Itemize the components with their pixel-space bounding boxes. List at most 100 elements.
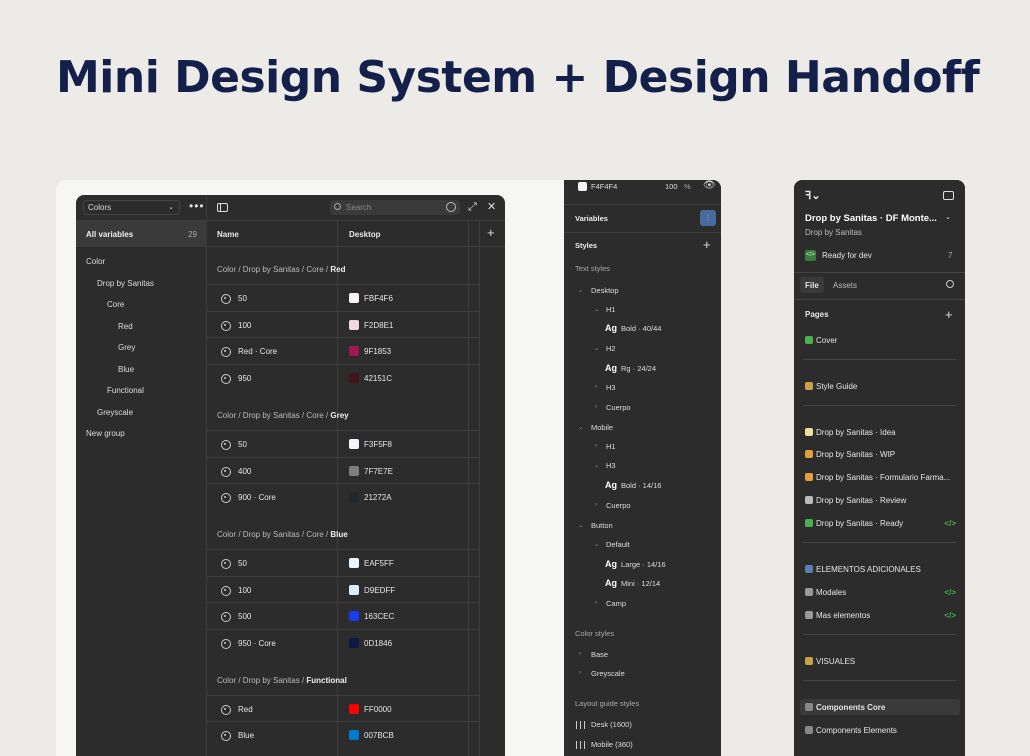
chevron-right-icon[interactable]: › [595,443,597,449]
style-group-mobile-cuerpo[interactable]: Cuerpo [606,501,631,510]
color-swatch[interactable] [349,730,359,741]
chevron-right-icon[interactable]: › [595,404,597,410]
sidebar-toggle-icon[interactable] [943,191,954,200]
ready-for-dev[interactable]: Ready for dev [822,251,872,260]
style-group-h2[interactable]: H2 [606,344,616,353]
style-group-camp[interactable]: Camp [606,599,626,608]
file-name[interactable]: Drop by Sanitas · DF Monte... [805,213,937,224]
color-swatch[interactable] [349,584,359,595]
chevron-down-icon[interactable]: ⌄ [945,213,951,221]
tab-assets[interactable]: Assets [833,281,857,290]
table-row[interactable]: 50 EAF5FF [207,548,480,576]
add-style-icon[interactable]: + [703,238,711,251]
page-item[interactable]: Cover [805,336,837,345]
variable-value[interactable]: FBF4F6 [364,294,393,303]
tab-file[interactable]: File [805,281,819,290]
layout-style-mobile[interactable]: Mobile (360) [591,740,633,749]
page-item[interactable]: Components Elements [805,726,897,735]
table-row[interactable]: Red FF0000 [207,694,480,722]
color-swatch[interactable] [349,293,359,303]
table-row[interactable]: 500 163CEC [207,602,480,629]
variable-value[interactable]: EAF5FF [364,559,394,568]
tree-item-greyscale[interactable]: Greyscale [97,408,133,417]
variable-value[interactable]: 007BCB [364,731,394,740]
style-group-mobile[interactable]: Mobile [591,423,613,432]
page-item[interactable]: Drop by Sanitas · Review [805,496,906,505]
table-row[interactable]: Blue 007BCB [207,721,480,748]
color-swatch[interactable] [349,557,359,568]
chevron-down-icon[interactable]: ⌄ [594,462,599,469]
style-button-large[interactable]: Ag Large · 14/16 [605,559,666,569]
table-row[interactable]: 50 FBF4F6 [207,284,480,311]
table-row[interactable]: Red · Core 9F1853 [207,337,480,364]
variable-value[interactable]: 42151C [364,374,392,383]
page-item[interactable]: Drop by Sanitas · Ready [805,519,903,528]
tree-item-core[interactable]: Core [107,300,124,309]
page-item[interactable]: Components Core [805,703,885,712]
chevron-down-icon[interactable]: ⌄ [578,287,583,294]
color-swatch[interactable] [349,373,359,384]
tree-item-color[interactable]: Color [86,257,105,266]
page-item[interactable]: Mas elementos [805,611,870,620]
table-row[interactable]: 400 7F7E7E [207,456,480,484]
tree-item-drop[interactable]: Drop by Sanitas [97,279,154,288]
style-group-default[interactable]: Default [606,540,630,549]
table-row[interactable]: 950 · Core 0D1846 [207,629,480,656]
search-input[interactable]: Search [330,200,460,215]
table-row[interactable]: 900 · Core 21272A [207,483,480,510]
variable-value[interactable]: FF0000 [364,705,392,714]
chevron-right-icon[interactable]: › [595,502,597,508]
table-row[interactable]: 100 D9EDFF [207,575,480,603]
variable-value[interactable]: 7F7E7E [364,467,393,476]
variable-value[interactable]: 9F1853 [364,347,391,356]
more-icon[interactable]: ••• [189,199,205,213]
color-swatch[interactable] [349,638,359,648]
page-item[interactable]: VISUALES [805,657,855,666]
page-item[interactable]: Modales [805,588,846,597]
chevron-down-icon[interactable]: ⌄ [578,424,583,431]
chevron-right-icon[interactable]: › [595,384,597,390]
tree-item-new-group[interactable]: New group [86,429,125,438]
color-group-base[interactable]: Base [591,650,608,659]
fill-opacity[interactable]: 100 [665,182,678,191]
style-group-h1[interactable]: H1 [606,305,616,314]
sidebar-toggle-icon[interactable] [217,203,228,212]
style-group-button[interactable]: Button [591,521,613,530]
color-swatch[interactable] [349,465,359,476]
style-h2-rg[interactable]: Ag Rg · 24/24 [605,363,656,373]
color-group-greyscale[interactable]: Greyscale [591,669,625,678]
style-button-mini[interactable]: Ag Mini · 12/14 [605,578,660,588]
chevron-down-icon[interactable]: ⌄ [578,522,583,529]
filter-icon[interactable] [446,202,456,212]
chevron-right-icon[interactable]: › [595,600,597,606]
eye-icon[interactable]: 👁 [703,180,716,191]
variable-value[interactable]: 0D1846 [364,639,392,648]
fill-hex[interactable]: F4F4F4 [591,182,617,191]
style-group-mobile-h1[interactable]: H1 [606,442,616,451]
table-row[interactable]: 950 42151C [207,364,480,391]
collection-dropdown[interactable]: Colors ⌄ [83,200,180,215]
style-group-mobile-h3[interactable]: H3 [606,461,616,470]
page-item[interactable]: Drop by Sanitas · WIP [805,450,895,459]
search-icon[interactable] [946,280,954,288]
figma-logo-icon[interactable]: ꟻ⌄ [805,189,821,202]
variable-value[interactable]: F2D8E1 [364,321,393,330]
color-swatch[interactable] [349,703,359,714]
variables-icon[interactable]: ⫶ [700,210,716,226]
style-h1-bold[interactable]: Ag Bold · 40/44 [605,323,661,333]
page-item[interactable]: ELEMENTOS ADICIONALES [805,565,921,574]
tree-item-functional[interactable]: Functional [107,386,144,395]
page-item[interactable]: Drop by Sanitas · Formulario Farma... [805,473,950,482]
close-icon[interactable]: ✕ [487,201,496,213]
color-swatch[interactable] [349,438,359,449]
color-swatch[interactable] [349,319,359,330]
variable-value[interactable]: F3F5F8 [364,440,392,449]
page-item[interactable]: Style Guide [805,382,857,391]
chevron-right-icon[interactable]: › [579,670,581,676]
tree-item-blue[interactable]: Blue [118,365,134,374]
expand-icon[interactable]: ⤢ [468,201,477,213]
chevron-down-icon[interactable]: ⌄ [594,345,599,352]
style-group-cuerpo[interactable]: Cuerpo [606,403,631,412]
style-mobile-h3-bold[interactable]: Ag Bold · 14/16 [605,480,661,490]
layout-style-desk[interactable]: Desk (1600) [591,720,632,729]
